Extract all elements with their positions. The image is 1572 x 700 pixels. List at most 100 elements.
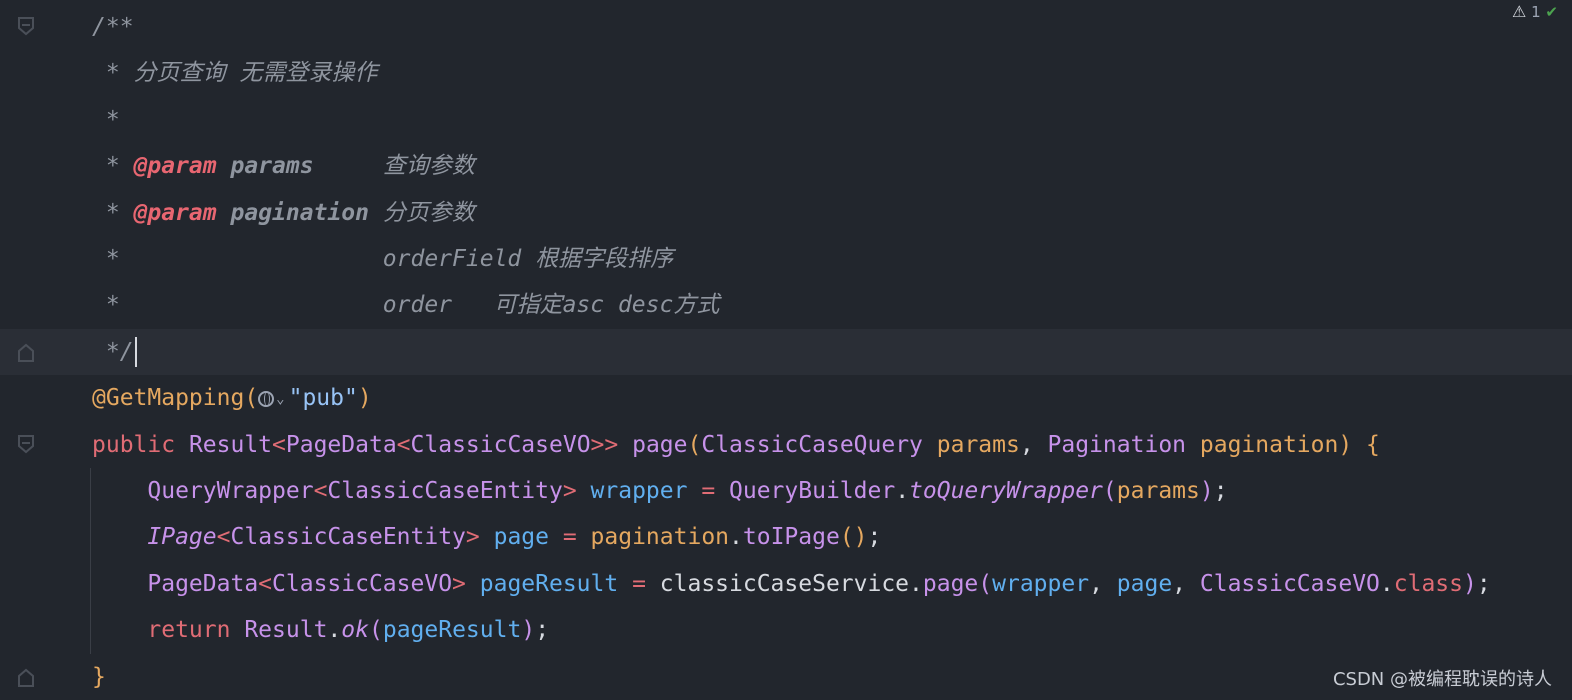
code-token: toIPage [742, 524, 840, 551]
warning-count: 1 [1531, 3, 1541, 21]
code-token: PageData [147, 570, 259, 597]
globe-icon[interactable] [258, 391, 275, 408]
code-token: = [549, 524, 591, 551]
code-token: < [313, 478, 328, 504]
code-line[interactable]: QueryWrapper<ClassicCaseEntity> wrapper … [0, 468, 1572, 514]
code-token: 分页参数 [368, 199, 475, 226]
code-text: IPage<ClassicCaseEntity> page = paginati… [92, 514, 881, 560]
code-token: ( [687, 431, 702, 458]
code-token: ok [341, 617, 369, 644]
code-line[interactable]: * 分页查询 无需登录操作 [0, 50, 1572, 96]
code-token: Pagination [1047, 431, 1200, 458]
code-line[interactable]: /** [0, 4, 1572, 50]
code-token: ; [1476, 570, 1491, 597]
code-token: ) [1463, 570, 1477, 597]
code-token: ) [521, 617, 536, 644]
code-line[interactable]: @GetMapping( ⌄ "pub") [0, 375, 1572, 421]
code-token: pagination [230, 199, 369, 226]
code-token: ClassicCaseEntity [230, 524, 466, 551]
code-token: * order 可指定asc desc方式 [92, 292, 720, 319]
code-text: } [92, 654, 106, 700]
code-token: ClassicCaseVO [1199, 570, 1380, 597]
code-token: QueryBuilder [729, 478, 896, 504]
inspection-status[interactable]: ⚠ 1 ✔ [1512, 0, 1558, 24]
code-token: . [1379, 570, 1394, 597]
code-token: . [327, 617, 342, 644]
fold-open-icon[interactable] [16, 422, 36, 468]
code-editor[interactable]: /** * 分页查询 无需登录操作 * * @param params 查询参数… [0, 0, 1572, 699]
code-token: "pub" [288, 385, 358, 412]
code-token: wrapper [590, 478, 688, 504]
fold-close-icon[interactable] [16, 654, 36, 700]
code-token: 分页查询 无需登录操作 [133, 60, 378, 87]
code-text: /** [92, 4, 134, 50]
code-token: ) [357, 385, 372, 412]
code-token: IPage [147, 524, 217, 551]
code-text: public Result<PageData<ClassicCaseVO>> p… [92, 422, 1380, 468]
code-token: ; [535, 617, 550, 644]
code-token: public [92, 431, 189, 458]
code-token: . [729, 524, 743, 551]
code-token: < [258, 570, 273, 597]
code-token: /** [92, 14, 134, 40]
code-token: = [618, 570, 660, 597]
code-token: () [839, 524, 868, 551]
code-text: * @param pagination 分页参数 [92, 190, 475, 236]
code-text: return Result.ok(pageResult); [92, 607, 549, 653]
code-line[interactable]: * @param pagination 分页参数 [0, 190, 1572, 236]
code-token: * orderField 根据字段排序 [92, 246, 674, 272]
code-token: ( [1102, 478, 1117, 504]
code-token: = [687, 478, 730, 504]
fold-close-icon[interactable] [16, 329, 36, 375]
code-line[interactable]: PageData<ClassicCaseVO> pageResult = cla… [0, 561, 1572, 607]
code-line[interactable]: * [0, 97, 1572, 143]
code-token: < [396, 431, 411, 458]
code-token: , [1089, 570, 1117, 597]
code-line[interactable]: public Result<PageData<ClassicCaseVO>> p… [0, 422, 1572, 468]
code-token: ( [368, 617, 383, 644]
chevron-down-icon[interactable]: ⌄ [276, 376, 284, 422]
code-token: params [1116, 478, 1200, 504]
code-token: Result [244, 617, 328, 644]
code-token: Result [188, 431, 273, 458]
code-token: return [147, 617, 245, 644]
code-token: < [216, 524, 231, 551]
code-text: * orderField 根据字段排序 [92, 236, 673, 282]
code-line[interactable]: IPage<ClassicCaseEntity> page = paginati… [0, 514, 1572, 560]
code-token: @param [133, 153, 217, 180]
fold-open-icon[interactable] [16, 4, 36, 50]
code-token: ClassicCaseEntity [327, 478, 563, 504]
code-text: PageData<ClassicCaseVO> pageResult = cla… [92, 561, 1491, 607]
code-token: 查询参数 [313, 153, 475, 180]
text-caret [134, 337, 137, 368]
code-token: page [1116, 570, 1173, 597]
code-token: @GetMapping( [92, 385, 259, 412]
code-token: PageData [285, 431, 397, 458]
code-token: pagination [590, 524, 730, 551]
code-token: page [632, 431, 688, 458]
code-token: */ [92, 338, 134, 365]
code-token: > [465, 524, 494, 551]
code-text: * 分页查询 无需登录操作 [92, 50, 378, 96]
warning-icon[interactable]: ⚠ [1512, 2, 1526, 21]
code-token: * [92, 153, 134, 180]
code-token: page [493, 524, 549, 551]
code-line[interactable]: return Result.ok(pageResult); [0, 607, 1572, 653]
code-token: , [1172, 570, 1200, 597]
code-line[interactable]: * order 可指定asc desc方式 [0, 282, 1572, 328]
code-line[interactable]: */ [0, 328, 1572, 375]
code-token: * [92, 199, 134, 226]
code-token: ) [1199, 478, 1214, 504]
code-token: ; [867, 524, 882, 551]
code-line[interactable]: * @param params 查询参数 [0, 143, 1572, 189]
code-token: , [1019, 431, 1048, 458]
code-token: > [562, 478, 591, 504]
code-token: ; [1213, 478, 1228, 504]
code-text: * [92, 97, 120, 143]
code-token: > [452, 570, 480, 597]
code-line[interactable]: * orderField 根据字段排序 [0, 236, 1572, 282]
code-token: ClassicCaseVO [272, 570, 453, 597]
code-token: class [1393, 570, 1463, 597]
